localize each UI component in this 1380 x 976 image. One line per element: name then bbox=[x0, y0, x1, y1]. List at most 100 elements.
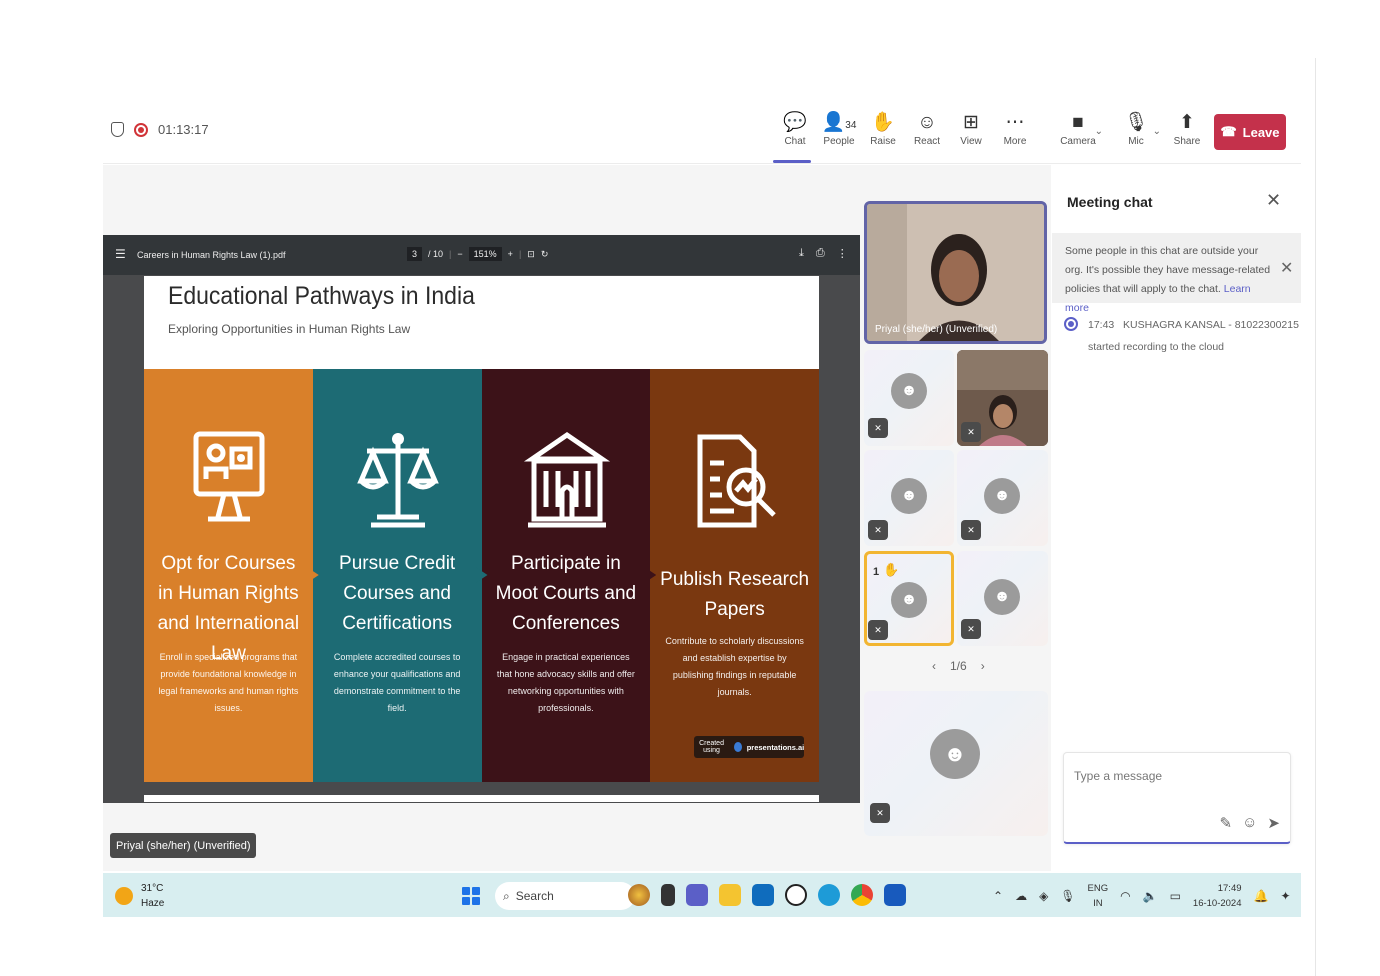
slide-title: Educational Pathways in India bbox=[168, 282, 475, 310]
file-explorer-icon[interactable] bbox=[719, 884, 741, 906]
avatar: ☻ bbox=[984, 478, 1020, 514]
wifi-icon[interactable]: ◠ bbox=[1120, 889, 1130, 903]
security-icon[interactable]: ◈ bbox=[1039, 889, 1048, 903]
meeting-toolbar: 01:13:17 💬 Chat 👤34 People ✋ Raise ☺ Rea… bbox=[103, 100, 1301, 164]
participant-tile-hand-raised[interactable]: 1 ✋ ☻ ✕ bbox=[864, 551, 954, 646]
self-view-tile[interactable]: ☻ ✕ bbox=[864, 691, 1048, 836]
search-icon: ⌕ bbox=[503, 888, 510, 903]
battery-icon[interactable]: ▭ bbox=[1170, 889, 1181, 903]
avatar: ☻ bbox=[891, 478, 927, 514]
mic-off-icon: ✕ bbox=[961, 422, 981, 442]
chevron-right-icon[interactable]: › bbox=[981, 659, 985, 673]
grid-icon: ⊞ bbox=[963, 112, 979, 133]
onedrive-icon[interactable]: ☁ bbox=[1015, 889, 1027, 903]
participant-tile[interactable]: ☻ ✕ bbox=[957, 551, 1048, 646]
presentations-ai-logo-icon bbox=[733, 742, 742, 752]
raise-label: Raise bbox=[870, 136, 896, 147]
task-view-icon[interactable] bbox=[661, 884, 675, 906]
participant-tile[interactable]: ☻ ✕ bbox=[864, 350, 954, 446]
badge-brand: presentations.ai bbox=[746, 742, 805, 752]
close-icon[interactable]: ✕ bbox=[1266, 190, 1281, 211]
view-button[interactable]: ⊞ View bbox=[949, 110, 993, 147]
page-number-input[interactable]: 3 bbox=[407, 247, 423, 261]
participant-video-tile[interactable]: Priyal (she/her) (Unverified) bbox=[864, 201, 1047, 344]
pathway-description: Contribute to scholarly discussions and … bbox=[665, 636, 804, 697]
hand-raise-order: 1 bbox=[873, 566, 880, 578]
courthouse-icon bbox=[523, 431, 610, 528]
smiley-icon: ☺ bbox=[917, 112, 937, 133]
download-icon[interactable]: ⤓ bbox=[799, 247, 804, 260]
ellipsis-icon: ⋯ bbox=[1005, 112, 1025, 133]
share-label: Share bbox=[1173, 136, 1201, 147]
shield-icon bbox=[111, 122, 124, 137]
message-input[interactable]: Type a message bbox=[1074, 769, 1162, 783]
teams-icon[interactable] bbox=[686, 884, 708, 906]
volume-icon[interactable]: 🔈 bbox=[1143, 889, 1158, 903]
composer-actions: ✎ ☺ ➤ bbox=[1220, 814, 1280, 832]
raise-hand-button[interactable]: ✋ Raise bbox=[861, 110, 905, 147]
mail-icon[interactable] bbox=[752, 884, 774, 906]
camera-button[interactable]: ■ Camera ⌄ bbox=[1049, 110, 1107, 147]
chevron-up-icon[interactable]: ⌃ bbox=[993, 889, 1003, 903]
format-icon[interactable]: ✎ bbox=[1220, 814, 1233, 832]
avatar: ☻ bbox=[891, 373, 927, 409]
pathway-description: Engage in practical experiences that hon… bbox=[496, 652, 635, 713]
view-label: View bbox=[960, 136, 982, 147]
screen: 01:13:17 💬 Chat 👤34 People ✋ Raise ☺ Rea… bbox=[0, 0, 1380, 976]
zoom-in-icon[interactable]: + bbox=[508, 249, 513, 259]
copilot-icon[interactable]: ✦ bbox=[1280, 889, 1290, 903]
dismiss-notice-icon[interactable]: ✕ bbox=[1280, 258, 1293, 278]
dell-icon[interactable] bbox=[785, 884, 807, 906]
print-icon[interactable]: ⎙ bbox=[816, 247, 825, 260]
chevron-down-icon[interactable]: ⌄ bbox=[1095, 126, 1103, 137]
leave-button[interactable]: ☎ Leave bbox=[1214, 114, 1286, 150]
zoom-input[interactable]: 151% bbox=[468, 247, 502, 261]
avatar: ☻ bbox=[891, 582, 927, 618]
search-highlight-icon[interactable] bbox=[628, 884, 650, 906]
mic-button[interactable]: 🎙 Mic ⌄ bbox=[1107, 110, 1165, 147]
mic-off-icon: ✕ bbox=[870, 803, 890, 823]
meeting-status: 01:13:17 bbox=[111, 122, 209, 137]
windows-start-icon[interactable] bbox=[462, 887, 480, 905]
pathway-title: Participate in Moot Courts and Conferenc… bbox=[495, 553, 637, 634]
microphone-icon[interactable]: 🎙 bbox=[1060, 889, 1075, 903]
language-indicator[interactable]: ENG IN bbox=[1088, 881, 1109, 911]
zoom-out-icon[interactable]: − bbox=[457, 249, 462, 259]
taskbar-search[interactable]: ⌕ Search bbox=[495, 882, 635, 910]
rotate-icon[interactable]: ↻ bbox=[541, 249, 549, 260]
mic-off-icon: 🎙 bbox=[1123, 112, 1149, 133]
system-message-line: 17:43 KUSHAGRA KANSAL - 81022300215 bbox=[1088, 314, 1299, 336]
people-button[interactable]: 👤34 People bbox=[817, 110, 861, 147]
more-button[interactable]: ⋯ More bbox=[993, 110, 1037, 147]
edge-icon[interactable] bbox=[818, 884, 840, 906]
pathway-columns: Opt for Courses in Human Rights and Inte… bbox=[144, 369, 819, 782]
notification-bell-icon[interactable]: 🔔 bbox=[1254, 889, 1269, 903]
mic-off-icon: ✕ bbox=[868, 520, 888, 540]
more-vertical-icon[interactable]: ⋮ bbox=[837, 247, 848, 260]
chevron-down-icon[interactable]: ⌄ bbox=[1153, 126, 1161, 137]
camera-off-icon: ■ bbox=[1072, 112, 1084, 133]
emoji-icon[interactable]: ☺ bbox=[1242, 814, 1257, 832]
chevron-left-icon[interactable]: ‹ bbox=[932, 659, 936, 673]
react-button[interactable]: ☺ React bbox=[905, 110, 949, 147]
weather-widget[interactable]: 31°C Haze bbox=[115, 881, 164, 911]
region-code: IN bbox=[1093, 898, 1103, 909]
separator: | bbox=[449, 249, 452, 259]
word-icon[interactable] bbox=[884, 884, 906, 906]
meeting-controls: 💬 Chat 👤34 People ✋ Raise ☺ React ⊞ View… bbox=[773, 110, 1209, 163]
chrome-icon[interactable] bbox=[851, 884, 873, 906]
clock-date: 16-10-2024 bbox=[1192, 898, 1242, 909]
participant-video-tile[interactable]: ✕ bbox=[957, 350, 1048, 446]
participant-tile[interactable]: ☻ ✕ bbox=[957, 450, 1048, 546]
phone-hangup-icon: ☎ bbox=[1220, 124, 1237, 139]
mic-off-icon: ✕ bbox=[961, 520, 981, 540]
send-icon[interactable]: ➤ bbox=[1267, 814, 1280, 832]
share-button[interactable]: ⬆ Share bbox=[1165, 110, 1209, 147]
menu-icon[interactable]: ☰ bbox=[115, 247, 126, 261]
chat-button[interactable]: 💬 Chat bbox=[773, 110, 817, 163]
fit-page-icon[interactable]: ⊡ bbox=[527, 249, 535, 260]
sun-haze-icon bbox=[115, 887, 133, 905]
system-clock[interactable]: 17:49 16-10-2024 bbox=[1193, 881, 1242, 911]
message-composer[interactable]: Type a message ✎ ☺ ➤ bbox=[1063, 752, 1291, 844]
participant-tile[interactable]: ☻ ✕ bbox=[864, 450, 954, 546]
